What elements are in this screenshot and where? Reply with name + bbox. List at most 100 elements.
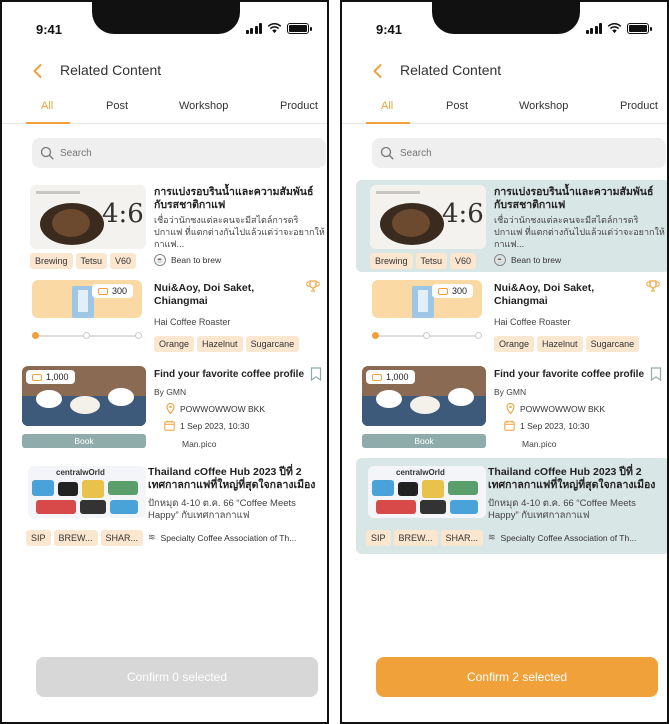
tag-chip: V60 [110,253,137,269]
search-icon [40,146,54,160]
event-title: Thailand cOffee Hub 2023 ปีที่ 2 เทศกาลก… [148,466,316,491]
workshop-datetime: 1 Sep 2023, 10:30 [504,420,589,431]
author-logo-icon: ☕ [154,254,166,266]
product-card[interactable]: 300 Nui&Aoy, Doi Saket, Chiangmai Hai Co… [356,274,667,356]
workshop-title: Find your favorite coffee profile [154,369,305,380]
tab-post[interactable]: Post [446,100,468,112]
workshop-card[interactable]: 1,000 Book Find your favorite coffee pro… [16,358,327,458]
search-bar[interactable] [372,138,666,168]
coin-icon [438,287,448,295]
wifi-icon [607,22,622,34]
post-thumbnail: 4:6 [30,185,146,249]
notch [92,2,240,34]
tag-chip: Sugarcane [585,336,640,352]
status-bar: 9:41 [342,2,667,52]
association-logo-icon: ≋ [488,532,496,542]
wifi-icon [267,22,282,34]
tag-chip: SHAR... [440,530,484,546]
post-author: ☕ Bean to brew [494,254,561,266]
product-price: 300 [112,286,128,296]
tab-product[interactable]: Product [280,100,318,112]
confirm-button[interactable]: Confirm 0 selected [36,657,318,697]
status-time: 9:41 [36,22,63,37]
bookmark-icon[interactable] [650,367,662,381]
status-time: 9:41 [376,22,403,37]
workshop-price: 1,000 [46,372,69,382]
product-seller: Hai Coffee Roaster [494,317,571,327]
author-logo-icon: ☕ [494,254,506,266]
event-association-text: Specialty Coffee Association of Th... [160,532,297,543]
workshop-organizer: Man.pico [182,439,217,449]
tag-chip: Hazelnut [197,336,243,352]
search-input[interactable] [400,147,640,159]
tab-underline [26,122,70,124]
search-bar[interactable] [32,138,326,168]
product-title: Nui&Aoy, Doi Saket, Chiangmai [154,282,255,307]
workshop-datetime-text: 1 Sep 2023, 10:30 [520,420,590,431]
post-card[interactable]: 4:6 การแบ่งรอบรินน้ำและความสัมพันธ์กับรส… [16,180,327,272]
tab-all[interactable]: All [41,100,53,112]
event-card[interactable]: centralwOrld SIP BREW... SHAR... Thailan… [356,458,667,554]
tab-all[interactable]: All [381,100,393,112]
tag-chip: BREW... [393,530,438,546]
tab-product[interactable]: Product [620,100,658,112]
product-roast-slider [372,332,482,340]
workshop-title: Find your favorite coffee profile [494,369,645,380]
trophy-icon [306,280,320,292]
event-tags: SIP BREW... SHAR... [26,530,146,546]
tab-bar: All Post Workshop Product [2,96,327,124]
tab-workshop[interactable]: Workshop [519,100,568,112]
tag-chip: V60 [450,253,477,269]
search-input[interactable] [60,147,300,159]
book-button[interactable]: Book [22,434,146,448]
post-thumb-text: 4:6 [442,199,484,229]
bookmark-icon[interactable] [310,367,322,381]
event-association: ≋ Specialty Coffee Association of Th... [488,532,636,543]
header: Related Content [342,54,667,88]
product-tags: Orange Hazelnut Sugarcane [154,336,302,352]
tag-chip: Hazelnut [537,336,583,352]
post-card[interactable]: 4:6 การแบ่งรอบรินน้ำและความสัมพันธ์กับรส… [356,180,667,272]
screen-divider [329,0,340,724]
phone-screen-before: 9:41 Related Content All Post Workshop P… [0,0,329,724]
event-association-text: Specialty Coffee Association of Th... [500,532,637,543]
workshop-card[interactable]: 1,000 Book Find your favorite coffee pro… [356,358,667,458]
post-thumb-text: 4:6 [102,199,144,229]
confirm-button[interactable]: Confirm 2 selected [376,657,658,697]
product-price-badge: 300 [432,284,474,298]
workshop-location-text: POWWOWWOW BKK [180,403,265,414]
coin-icon [98,287,108,295]
location-pin-icon [166,403,175,414]
post-author: ☕ Bean to brew [154,254,221,266]
tab-workshop[interactable]: Workshop [179,100,228,112]
post-tags: Brewing Tetsu V60 [370,253,479,269]
book-button[interactable]: Book [362,434,486,448]
event-thumbnail: centralwOrld [28,466,146,518]
event-card[interactable]: centralwOrld SIP BREW... SHAR... Thailan… [16,458,327,554]
workshop-host: By GMN [494,387,527,397]
status-bar: 9:41 [2,2,327,52]
tab-post[interactable]: Post [106,100,128,112]
post-author-name: Bean to brew [171,255,222,265]
status-icons [245,22,312,34]
event-tags: SIP BREW... SHAR... [366,530,486,546]
product-price: 300 [452,286,468,296]
battery-icon [287,22,312,34]
tab-bar: All Post Workshop Product [342,96,667,124]
event-description: ปักหมุด 4-10 ต.ค. 66 “Coffee Meets Happy… [488,498,636,521]
signal-icon [585,22,602,34]
tag-chip: Tetsu [415,253,448,269]
product-seller: Hai Coffee Roaster [154,317,231,327]
product-tags: Orange Hazelnut Sugarcane [494,336,642,352]
product-price-badge: 300 [92,284,134,298]
workshop-location: POWWOWWOW BKK [506,403,605,414]
association-logo-icon: ≋ [148,532,156,542]
back-chevron-icon[interactable] [368,61,388,81]
post-title: การแบ่งรอบรินน้ำและความสัมพันธ์กับรสชาติ… [494,186,654,211]
calendar-icon [164,420,175,431]
post-tags: Brewing Tetsu V60 [30,253,139,269]
phone-screen-after: 9:41 Related Content All Post Workshop P… [340,0,669,724]
back-chevron-icon[interactable] [28,61,48,81]
product-card[interactable]: 300 Nui&Aoy, Doi Saket, Chiangmai Hai Co… [16,274,327,356]
page-title: Related Content [60,62,162,78]
